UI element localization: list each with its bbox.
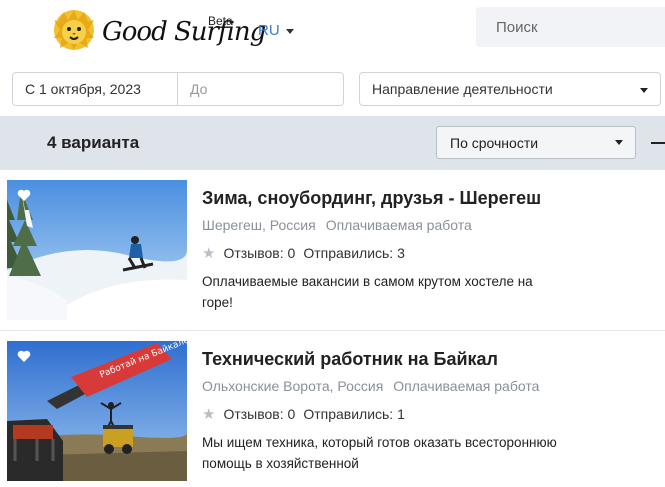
heart-icon[interactable] [17, 349, 31, 363]
listing-stats: ★ Отзывов: 0 Отправились: 1 [202, 405, 405, 423]
view-toggle[interactable] [651, 142, 665, 144]
direction-select-label: Направление деятельности [372, 81, 553, 97]
lion-logo-icon [54, 10, 94, 50]
star-icon: ★ [202, 245, 216, 262]
reviews-count: Отзывов: 0 [223, 245, 296, 261]
listing-meta: Шерегеш, Россия Оплачиваемая работа [202, 217, 472, 233]
language-selector[interactable]: RU [258, 22, 294, 39]
listing-image[interactable] [7, 180, 187, 320]
date-range-filter: С 1 октября, 2023 До [12, 72, 344, 106]
search-box[interactable] [476, 7, 665, 47]
date-to-field[interactable]: До [178, 73, 343, 105]
date-from-field[interactable]: С 1 октября, 2023 [13, 73, 178, 105]
header: Good Surfing Beta RU [0, 0, 665, 60]
direction-select[interactable]: Направление деятельности [359, 72, 661, 106]
listing-type: Оплачиваемая работа [325, 217, 472, 233]
listing-title[interactable]: Технический работник на Байкал [202, 349, 498, 370]
chevron-down-icon [285, 29, 294, 34]
listing-description: Мы ищем техника, который готов оказать в… [202, 435, 557, 471]
listing-card[interactable]: Работай на Байкале Технический работник … [0, 330, 665, 487]
results-count: 4 варианта [47, 133, 140, 152]
sent-count: Отправились: 1 [303, 406, 405, 422]
listing-location: Шерегеш, Россия [202, 217, 316, 233]
heart-icon[interactable] [17, 188, 31, 202]
listing-type: Оплачиваемая работа [393, 378, 540, 394]
sort-select-label: По срочности [450, 134, 539, 151]
chevron-down-icon [640, 88, 648, 93]
chevron-down-icon [615, 140, 623, 145]
listing-description: Оплачиваемые вакансии в самом крутом хос… [202, 274, 533, 310]
logo[interactable]: Good Surfing [52, 8, 266, 52]
listing-card[interactable]: Зима, сноубординг, друзья - Шерегеш Шере… [0, 170, 665, 330]
star-icon: ★ [202, 406, 216, 423]
language-label: RU [258, 22, 280, 39]
beta-badge: Beta [208, 14, 233, 28]
search-input[interactable] [496, 18, 656, 36]
sent-count: Отправились: 3 [303, 245, 405, 261]
listing-meta: Ольхонские Ворота, Россия Оплачиваемая р… [202, 378, 539, 394]
results-bar: 4 варианта По срочности [0, 116, 665, 170]
listing-stats: ★ Отзывов: 0 Отправились: 3 [202, 244, 405, 262]
reviews-count: Отзывов: 0 [223, 406, 296, 422]
listing-image[interactable]: Работай на Байкале [7, 341, 187, 481]
listing-title[interactable]: Зима, сноубординг, друзья - Шерегеш [202, 188, 541, 209]
listing-location: Ольхонские Ворота, Россия [202, 378, 384, 394]
logo-text: Good Surfing [102, 17, 266, 47]
sort-select[interactable]: По срочности [436, 126, 636, 159]
